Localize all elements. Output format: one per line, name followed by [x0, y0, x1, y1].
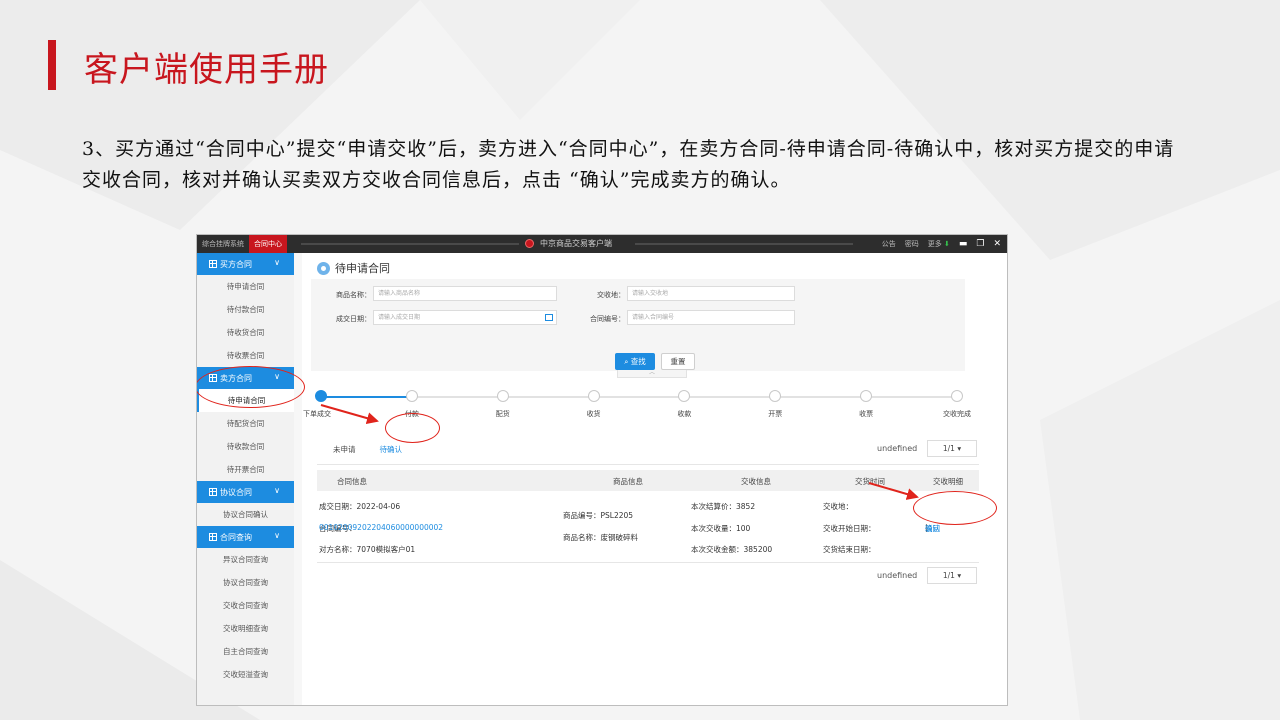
title-accent-bar	[48, 40, 56, 90]
app-window: 综合挂牌系统 合同中心 中京商品交易客户端 公告 密码 更多 ⬇ ▬ ❐ ✕ 买…	[196, 234, 1008, 706]
slide-body-text: 3、买方通过“合同中心”提交“申请交收”后，卖方进入“合同中心”，在卖方合同-待…	[82, 138, 1175, 191]
annotation-arrows	[320, 404, 919, 500]
slide-title: 客户端使用手册	[84, 50, 329, 90]
